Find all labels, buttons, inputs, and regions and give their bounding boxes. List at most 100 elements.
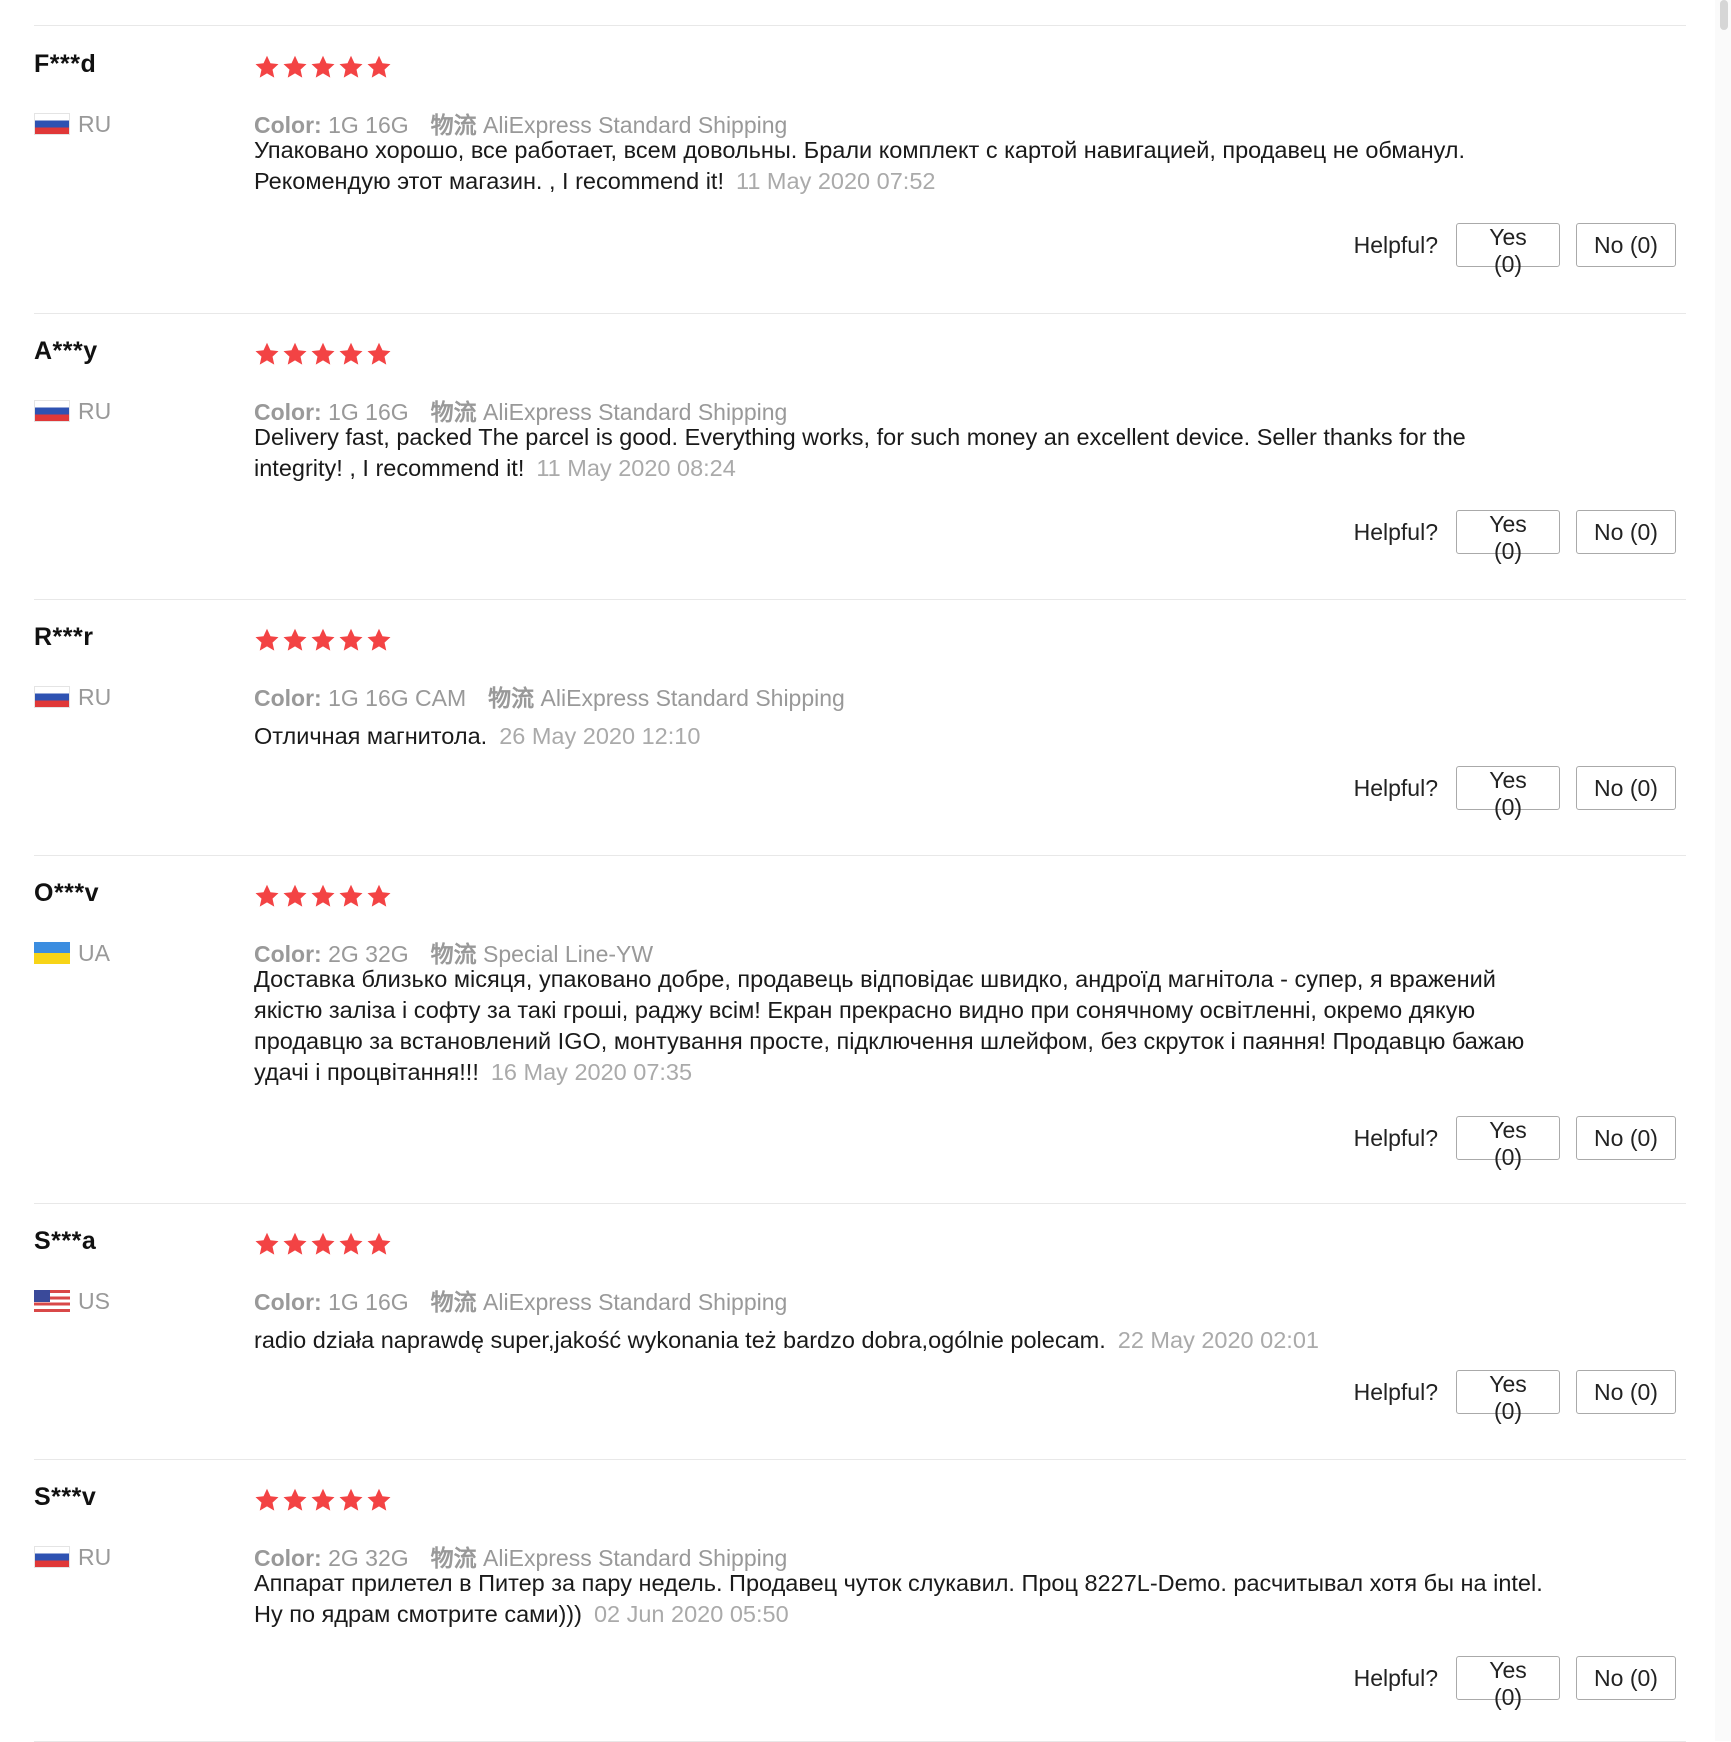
helpful-no-button[interactable]: No (0) bbox=[1576, 1116, 1676, 1160]
star-icon bbox=[366, 1231, 392, 1257]
country-flag-icon bbox=[34, 1290, 70, 1312]
review-date: 26 May 2020 12:10 bbox=[499, 723, 701, 749]
star-icon bbox=[338, 54, 364, 80]
star-icon bbox=[310, 883, 336, 909]
review-item: F***d RU Color: 1G 16G 物流 AliExpress Standa… bbox=[34, 26, 1686, 314]
helpful-yes-button[interactable]: Yes (0) bbox=[1456, 1656, 1560, 1710]
review-meta: Color: 1G 16G CAM 物流 AliExpress Standard … bbox=[254, 679, 845, 713]
feedback-text: radio działa naprawdę super,jakość wykon… bbox=[254, 1327, 1106, 1353]
country-code: RU bbox=[78, 110, 112, 137]
review-item: S***v RU Color: 2G 32G 物流 AliExpress Standa… bbox=[34, 1459, 1686, 1742]
helpful-yes-button[interactable]: Yes (0) bbox=[1456, 1116, 1560, 1170]
shipping-label: 物流 bbox=[488, 685, 535, 711]
country-flag-icon bbox=[34, 400, 70, 422]
star-icon bbox=[254, 883, 280, 909]
star-icon bbox=[310, 627, 336, 653]
star-icon bbox=[366, 54, 392, 80]
shipping-label: 物流 bbox=[430, 1289, 477, 1315]
star-icon bbox=[338, 627, 364, 653]
helpful-no-button[interactable]: No (0) bbox=[1576, 1656, 1676, 1700]
helpful-no-button[interactable]: No (0) bbox=[1576, 766, 1676, 810]
helpful-label: Helpful? bbox=[1353, 518, 1438, 545]
review-text: Отличная магнитола. 26 May 2020 12:10 bbox=[254, 721, 1554, 752]
star-rating bbox=[254, 1487, 392, 1513]
review-date: 16 May 2020 07:35 bbox=[490, 1059, 693, 1085]
helpful-section: Helpful? Yes (0) No (0) bbox=[1354, 1370, 1676, 1424]
review-text: Delivery fast, packed The parcel is good… bbox=[254, 422, 1554, 484]
country-flag-icon bbox=[34, 1546, 70, 1568]
review-text: Упаковано хорошо, все работает, всем дов… bbox=[254, 135, 1554, 197]
star-icon bbox=[310, 1487, 336, 1513]
review-date: 02 Jun 2020 05:50 bbox=[593, 1601, 789, 1627]
country-code: RU bbox=[78, 397, 112, 424]
star-icon bbox=[254, 1231, 280, 1257]
star-icon bbox=[282, 1487, 308, 1513]
review-date: 22 May 2020 02:01 bbox=[1117, 1327, 1319, 1353]
reviewer-name: F***d bbox=[34, 50, 97, 78]
star-icon bbox=[310, 54, 336, 80]
reviewer-country: UA bbox=[34, 939, 110, 967]
feedback-text: Аппарат прилетел в Питер за пару недель.… bbox=[254, 1570, 1543, 1627]
helpful-section: Helpful? Yes (0) No (0) bbox=[1353, 1656, 1676, 1710]
shipping-value: AliExpress Standard Shipping bbox=[483, 1289, 788, 1315]
feedback-text: Доставка близько місяця, упаковано добре… bbox=[254, 966, 1525, 1085]
star-icon bbox=[254, 54, 280, 80]
star-rating bbox=[254, 54, 392, 80]
star-icon bbox=[282, 54, 308, 80]
helpful-section: Helpful? Yes (0) No (0) bbox=[1353, 223, 1676, 277]
helpful-no-button[interactable]: No (0) bbox=[1576, 223, 1676, 267]
star-icon bbox=[310, 1231, 336, 1257]
country-flag-icon bbox=[34, 686, 70, 708]
star-icon bbox=[366, 627, 392, 653]
country-code: RU bbox=[78, 1543, 112, 1570]
helpful-no-button[interactable]: No (0) bbox=[1576, 1370, 1676, 1414]
helpful-no-button[interactable]: No (0) bbox=[1576, 510, 1676, 554]
helpful-label: Helpful? bbox=[1353, 1124, 1438, 1151]
helpful-label: Helpful? bbox=[1353, 231, 1438, 258]
scrollbar-thumb[interactable] bbox=[1720, 0, 1728, 30]
review-text: Аппарат прилетел в Питер за пару недель.… bbox=[254, 1568, 1554, 1630]
reviewer-name: R***r bbox=[34, 623, 94, 651]
star-icon bbox=[282, 341, 308, 367]
helpful-yes-button[interactable]: Yes (0) bbox=[1456, 1370, 1560, 1424]
star-rating bbox=[254, 883, 392, 909]
color-label: Color: bbox=[254, 1289, 322, 1315]
country-code: UA bbox=[78, 939, 110, 966]
review-text: Доставка близько місяця, упаковано добре… bbox=[254, 964, 1554, 1088]
star-icon bbox=[282, 883, 308, 909]
country-flag-icon bbox=[34, 942, 70, 964]
helpful-label: Helpful? bbox=[1353, 774, 1438, 801]
star-rating bbox=[254, 1231, 392, 1257]
helpful-label: Helpful? bbox=[1353, 1664, 1438, 1691]
reviewer-name: A***y bbox=[34, 337, 98, 365]
helpful-yes-button[interactable]: Yes (0) bbox=[1456, 766, 1560, 820]
star-icon bbox=[366, 341, 392, 367]
country-code: RU bbox=[78, 683, 112, 710]
reviewer-country: US bbox=[34, 1287, 110, 1315]
star-icon bbox=[338, 1231, 364, 1257]
country-flag-icon bbox=[34, 113, 70, 135]
review-text: radio działa naprawdę super,jakość wykon… bbox=[254, 1325, 1554, 1356]
feedback-text: Отличная магнитола. bbox=[254, 723, 488, 749]
star-icon bbox=[254, 341, 280, 367]
reviewer-country: RU bbox=[34, 1543, 111, 1571]
star-icon bbox=[254, 1487, 280, 1513]
star-icon bbox=[366, 1487, 392, 1513]
helpful-yes-button[interactable]: Yes (0) bbox=[1456, 223, 1560, 277]
review-date: 11 May 2020 07:52 bbox=[736, 168, 936, 194]
helpful-section: Helpful? Yes (0) No (0) bbox=[1353, 1116, 1676, 1170]
star-rating bbox=[254, 627, 392, 653]
color-value: 1G 16G bbox=[328, 1289, 409, 1315]
scrollbar-track[interactable] bbox=[1715, 0, 1731, 1741]
star-icon bbox=[282, 627, 308, 653]
helpful-yes-button[interactable]: Yes (0) bbox=[1456, 510, 1560, 564]
reviewer-name: S***a bbox=[34, 1227, 97, 1255]
star-icon bbox=[338, 1487, 364, 1513]
star-icon bbox=[282, 1231, 308, 1257]
reviewer-country: RU bbox=[34, 397, 111, 425]
review-item: A***y RU Color: 1G 16G 物流 AliExpress Standa… bbox=[34, 313, 1686, 600]
review-item: O***v UA Color: 2G 32G 物流 Special Line-YW До… bbox=[34, 855, 1686, 1204]
color-value: 1G 16G CAM bbox=[328, 685, 467, 711]
star-icon bbox=[254, 627, 280, 653]
helpful-section: Helpful? Yes (0) No (0) bbox=[1353, 766, 1676, 820]
